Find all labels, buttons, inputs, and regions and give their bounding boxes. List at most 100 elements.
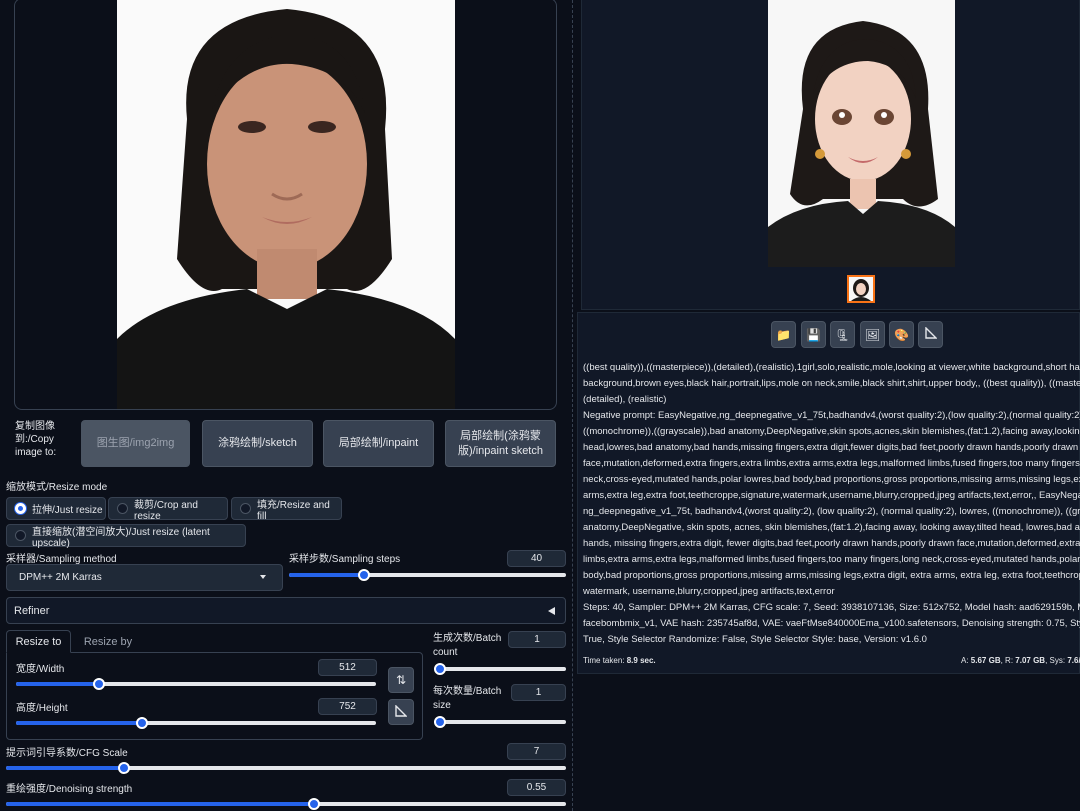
slider-thumb[interactable] xyxy=(136,717,148,729)
slider-thumb[interactable] xyxy=(117,762,130,774)
resize-option-label: 裁剪/Crop and resize xyxy=(134,499,198,522)
width-label: 宽度/Width xyxy=(16,664,65,675)
batch-size-input[interactable]: 1 xyxy=(511,684,566,701)
copy-to-sketch-button[interactable]: 涂鸦绘制/sketch xyxy=(202,420,313,467)
cfg-input[interactable]: 7 xyxy=(507,743,566,760)
info-line: Steps: 40, Sampler: DPM++ 2M Karras, CFG… xyxy=(583,602,1080,613)
info-line: head,lowres,bad anatomy,bad hands,missin… xyxy=(583,442,1079,453)
slider-thumb[interactable] xyxy=(357,569,370,581)
steps-slider[interactable] xyxy=(289,569,566,581)
sampler-value: DPM++ 2M Karras xyxy=(19,572,102,583)
time-taken-footer: Time taken: 8.9 sec. A: 5.67 GB, R: 7.07… xyxy=(583,656,1080,665)
input-image-box[interactable] xyxy=(14,0,557,410)
batch-size-label: 每次数量/Batch size xyxy=(433,686,502,711)
send-to-extras-button[interactable] xyxy=(918,321,943,348)
time-label: Time taken: xyxy=(583,656,625,665)
aspect-ratio-icon xyxy=(395,703,408,720)
chevron-down-icon xyxy=(260,575,266,579)
gallery-thumbnail[interactable] xyxy=(847,275,875,303)
sampler-dropdown[interactable]: DPM++ 2M Karras xyxy=(6,564,283,591)
info-line: (detailed), (realistic) xyxy=(583,394,667,405)
open-folder-button[interactable]: 📁 xyxy=(771,321,796,348)
triangle-left-icon xyxy=(548,607,555,615)
palette-icon: 🎨 xyxy=(894,327,909,342)
input-photo xyxy=(117,0,455,409)
batch-count-input[interactable]: 1 xyxy=(508,631,566,648)
width-input[interactable]: 512 xyxy=(318,659,377,676)
resize-option-fill[interactable]: 填充/Resize and fill xyxy=(231,497,342,522)
height-slider[interactable] xyxy=(16,717,376,729)
cfg-slider[interactable] xyxy=(6,762,566,774)
info-line: body,bad proportions,gross proportions,m… xyxy=(583,570,1080,581)
info-line: background,brown eyes,black hair,portrai… xyxy=(583,378,1080,389)
refiner-accordion[interactable]: Refiner xyxy=(6,597,566,624)
cfg-label: 提示词引导系数/CFG Scale xyxy=(6,748,128,759)
panel-divider[interactable] xyxy=(572,0,576,811)
copy-to-img2img-button[interactable]: 图生图/img2img xyxy=(81,420,190,467)
radio-unchecked-icon xyxy=(15,530,26,541)
tab-resize-by[interactable]: Resize by xyxy=(78,630,138,653)
zip-button[interactable]: 🗜 xyxy=(830,321,855,348)
denoise-slider[interactable] xyxy=(6,798,566,810)
generation-info: ((best quality)),((masterpiece)),(detail… xyxy=(583,360,1080,648)
info-line: arms,extra leg,extra foot,teethcroppe,si… xyxy=(583,490,1080,501)
info-line: face,mutation,deformed,extra fingers,ext… xyxy=(583,458,1080,469)
send-to-inpaint-button[interactable]: 🎨 xyxy=(889,321,914,348)
info-line: limbs,extra arms,extra legs,malformed li… xyxy=(583,554,1080,565)
refiner-label: Refiner xyxy=(14,604,50,617)
output-image[interactable] xyxy=(768,0,955,267)
resize-option-crop[interactable]: 裁剪/Crop and resize xyxy=(108,497,228,522)
swap-dimensions-button[interactable]: ⇅ xyxy=(388,667,414,693)
resize-option-label: 填充/Resize and fill xyxy=(257,499,330,522)
batch-count-slider[interactable] xyxy=(434,663,566,675)
image-icon: 🖼 xyxy=(864,327,881,342)
slider-thumb[interactable] xyxy=(308,798,320,810)
info-line: ((best quality)),((masterpiece)),(detail… xyxy=(583,362,1080,373)
denoise-label: 重绘强度/Denoising strength xyxy=(6,784,133,795)
steps-label: 采样步数/Sampling steps xyxy=(289,554,401,565)
batch-size-slider[interactable] xyxy=(434,716,566,728)
slider-thumb[interactable] xyxy=(434,663,446,675)
info-line: watermark, username,blurry,cropped,jpeg … xyxy=(583,586,835,597)
info-line: facebombmix_v1, VAE hash: 235745af8d, VA… xyxy=(583,618,1080,629)
mem-a-label: A: xyxy=(961,656,969,665)
info-line: ng_deepnegative_v1_75t, badhandv4,(worst… xyxy=(583,506,1080,517)
right-panel: 📁 💾 🗜 🖼 🎨 ((best quality)),((masterpiece… xyxy=(577,0,1080,811)
radio-unchecked-icon xyxy=(240,503,251,514)
zip-icon: 🗜 xyxy=(834,327,851,342)
ruler-icon xyxy=(924,326,938,342)
aspect-ratio-button[interactable] xyxy=(388,699,414,725)
denoise-input[interactable]: 0.55 xyxy=(507,779,566,796)
mem-r-value: 7.07 GB xyxy=(1015,656,1046,665)
folder-icon: 📁 xyxy=(776,327,791,342)
sampler-label: 采样器/Sampling method xyxy=(6,554,117,565)
copy-image-label: 复制图像到:/Copy image to: xyxy=(15,421,57,458)
mem-r-label: , R: xyxy=(1000,656,1014,665)
save-button[interactable]: 💾 xyxy=(801,321,826,348)
time-value: 8.9 sec. xyxy=(626,656,656,665)
tab-resize-to[interactable]: Resize to xyxy=(6,630,71,653)
slider-thumb[interactable] xyxy=(92,678,105,690)
send-to-img2img-button[interactable]: 🖼 xyxy=(860,321,885,348)
mem-sys-label: , Sys: xyxy=(1045,656,1066,665)
swap-icon: ⇅ xyxy=(395,673,407,687)
width-slider[interactable] xyxy=(16,678,376,690)
steps-input[interactable]: 40 xyxy=(507,550,566,567)
copy-to-inpaint-sketch-button[interactable]: 局部绘制(涂鸦蒙版)/inpaint sketch xyxy=(445,420,556,467)
height-input[interactable]: 752 xyxy=(318,698,377,715)
copy-to-inpaint-button[interactable]: 局部绘制/inpaint xyxy=(323,420,434,467)
info-line: neck,cross-eyed,mutated hands,polar lowr… xyxy=(583,474,1080,485)
output-gallery xyxy=(581,0,1080,310)
radio-unchecked-icon xyxy=(117,503,128,514)
save-icon: 💾 xyxy=(806,327,821,342)
slider-thumb[interactable] xyxy=(434,716,446,728)
mem-a-value: 5.67 GB xyxy=(970,656,1001,665)
info-line: hands, missing fingers,extra digit, fewe… xyxy=(583,538,1080,549)
resize-option-just-resize[interactable]: 拉伸/Just resize xyxy=(6,497,106,520)
resize-option-latent[interactable]: 直接缩放(潜空间放大)/Just resize (latent upscale) xyxy=(6,524,246,549)
resize-option-label: 直接缩放(潜空间放大)/Just resize (latent upscale) xyxy=(32,526,210,549)
batch-count-label: 生成次数/Batch count xyxy=(433,633,502,658)
resize-option-label: 拉伸/Just resize xyxy=(32,505,103,516)
memory-usage: A: 5.67 GB, R: 7.07 GB, Sys: 7.6/9.77 xyxy=(961,656,1080,665)
resize-mode-label: 缩放模式/Resize mode xyxy=(6,482,108,493)
